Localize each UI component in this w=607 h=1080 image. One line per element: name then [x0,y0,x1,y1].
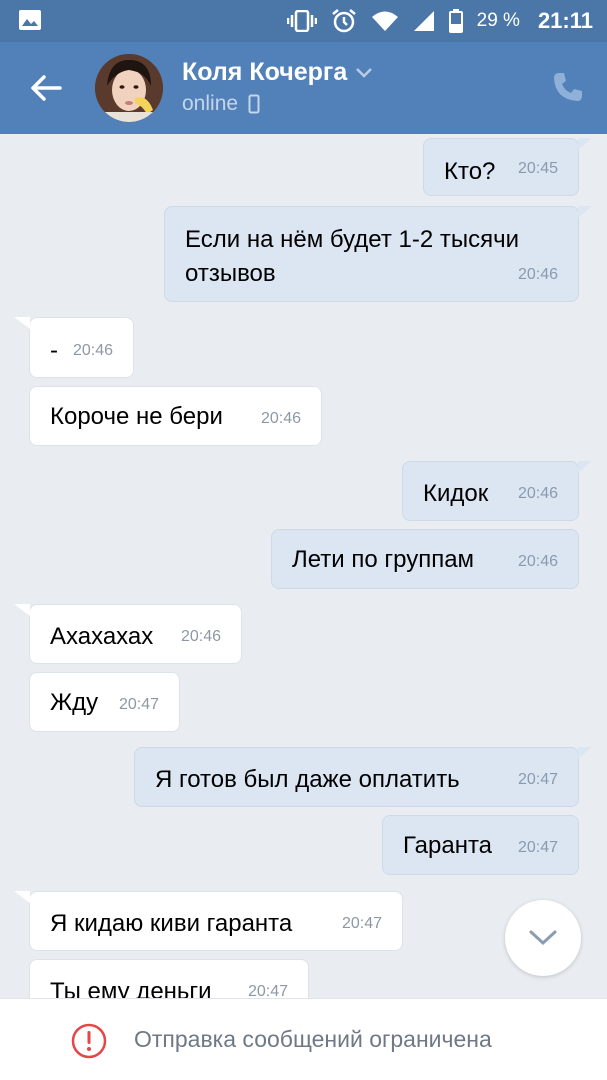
back-arrow-icon[interactable] [28,70,64,106]
gallery-notification-icon [19,10,41,30]
chevron-down-icon[interactable] [355,67,373,79]
messaging-restricted-notice: Отправка сообщений ограничена [134,1026,492,1052]
input-restricted-bar: Отправка сообщений ограничена [0,998,607,1080]
message-time: 20:46 [72,342,113,359]
scroll-to-bottom-button[interactable] [505,900,581,976]
message-bubble[interactable]: Жду 20:47 [29,672,180,732]
contact-name[interactable]: Коля Кочерга [182,58,373,87]
message-text: Ахахахах [50,623,154,650]
message-text: Лети по группам [292,546,475,573]
message-time: 20:47 [341,915,382,932]
message-time: 20:46 [517,553,558,570]
vibrate-icon [286,10,317,32]
status-bar: 29 % 21:11 [0,0,607,42]
message-text: - [50,337,58,364]
message-time: 20:46 [180,628,221,645]
message-bubble[interactable]: Гаранта 20:47 [382,815,579,875]
battery-percent: 29 % [476,10,520,31]
wifi-icon [371,11,398,31]
alarm-icon [331,9,356,33]
message-bubble[interactable]: Кто? 20:45 [423,138,592,196]
contact-status: online [182,92,260,116]
clock: 21:11 [537,8,593,33]
message-text: Короче не бери [50,403,223,430]
message-time: 20:47 [118,696,159,713]
contact-name-text: Коля Кочерга [182,58,348,86]
message-bubble[interactable]: Лети по группам 20:46 [271,529,579,589]
message-time: 20:46 [517,266,558,283]
message-bubble[interactable]: Кидок 20:46 [402,461,592,521]
message-bubble[interactable]: Если на нём будет 1-2 тысячи отзывов 20:… [164,206,592,302]
message-text: Жду [50,689,99,716]
message-text: Гаранта [403,832,493,859]
phone-call-icon[interactable] [551,70,585,104]
message-list[interactable]: Кто? 20:45 Если на нём будет 1-2 тысячи … [0,134,607,998]
message-time: 20:47 [247,983,288,998]
message-bubble[interactable]: Ты ему деньги 20:47 [29,959,309,998]
warning-icon [71,1023,107,1059]
message-time: 20:46 [260,410,301,427]
message-text: Я готов был даже оплатить [155,766,460,793]
message-text: Если на нём будет 1-2 тысячи отзывов [185,226,519,287]
message-bubble[interactable]: - 20:46 [14,317,134,378]
message-time: 20:45 [517,160,558,177]
mobile-phone-icon [248,94,260,114]
message-time: 20:47 [517,839,558,856]
message-time: 20:46 [517,485,558,502]
message-bubble[interactable]: Я готов был даже оплатить 20:47 [134,747,592,807]
battery-icon [448,9,463,33]
chevron-down-icon [529,930,557,946]
avatar[interactable] [95,54,163,122]
message-bubble[interactable]: Ахахахах 20:46 [14,604,242,664]
message-bubble[interactable]: Я кидаю киви гаранта 20:47 [14,891,403,951]
message-text: Кидок [423,480,489,507]
message-text: Я кидаю киви гаранта [50,910,293,937]
message-text: Ты ему деньги [50,978,212,998]
chat-header: Коля Кочерга online [0,42,607,134]
message-bubble[interactable]: Короче не бери 20:46 [29,386,322,446]
message-text: Кто? [444,158,496,185]
message-time: 20:47 [517,771,558,788]
signal-icon [413,11,434,31]
online-status: online [182,92,239,115]
